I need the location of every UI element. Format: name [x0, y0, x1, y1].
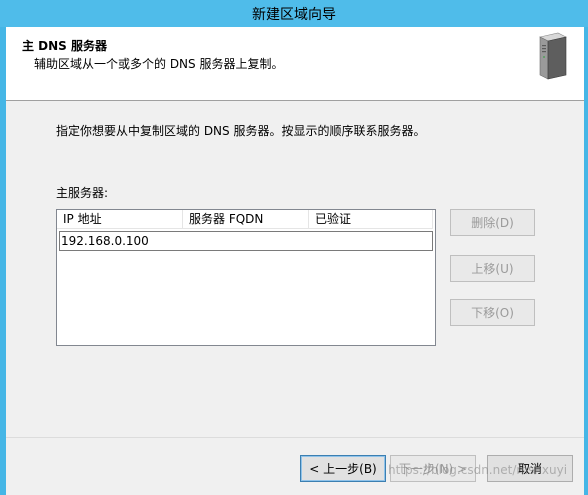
- instruction-text: 指定你想要从中复制区域的 DNS 服务器。按显示的顺序联系服务器。: [56, 124, 426, 138]
- column-header-verified[interactable]: 已验证: [309, 210, 433, 229]
- move-down-button[interactable]: 下移(O): [450, 299, 535, 326]
- next-button[interactable]: 下一步(N) >: [390, 455, 476, 482]
- move-up-button[interactable]: 上移(U): [450, 255, 535, 282]
- footer-divider: [6, 437, 584, 438]
- window-title: 新建区域向导: [252, 7, 336, 23]
- page-subtitle: 辅助区域从一个或多个的 DNS 服务器上复制。: [34, 57, 284, 71]
- list-header: IP 地址 服务器 FQDN 已验证: [57, 210, 435, 230]
- cancel-button[interactable]: 取消: [487, 455, 573, 482]
- column-header-ip[interactable]: IP 地址: [57, 210, 183, 229]
- primary-servers-label: 主服务器:: [56, 186, 109, 200]
- server-icon: [539, 32, 567, 80]
- table-row[interactable]: 192.168.0.100: [59, 231, 433, 251]
- cell-fqdn: [186, 232, 309, 250]
- wizard-dialog: 主 DNS 服务器 辅助区域从一个或多个的 DNS 服务器上复制。 指定你想要从…: [6, 27, 584, 495]
- cell-verified: [312, 232, 433, 250]
- delete-button[interactable]: 删除(D): [450, 209, 535, 236]
- title-bar[interactable]: 新建区域向导: [0, 0, 588, 27]
- primary-servers-list[interactable]: IP 地址 服务器 FQDN 已验证 192.168.0.100: [56, 209, 436, 346]
- window-frame-edge: [584, 27, 588, 495]
- cell-ip[interactable]: 192.168.0.100: [60, 232, 183, 250]
- column-header-fqdn[interactable]: 服务器 FQDN: [183, 210, 309, 229]
- page-title: 主 DNS 服务器: [22, 39, 108, 53]
- wizard-header: 主 DNS 服务器 辅助区域从一个或多个的 DNS 服务器上复制。: [6, 27, 584, 101]
- back-button[interactable]: < 上一步(B): [300, 455, 386, 482]
